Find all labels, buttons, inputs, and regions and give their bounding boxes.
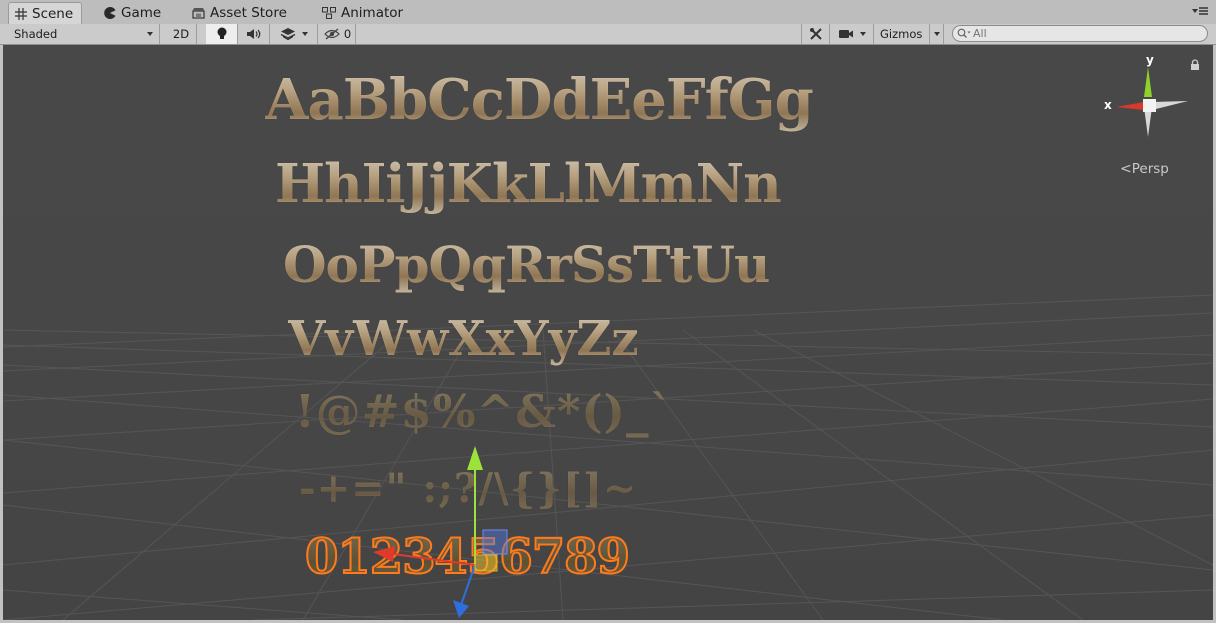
shading-mode-label: Shaded [14,27,58,41]
move-tool-gizmo[interactable] [363,440,523,620]
gizmo-y-label: y [1146,53,1154,67]
glyph-row-4[interactable]: VvWwXxYyZz [288,311,639,367]
chevron-down-icon [147,32,153,36]
grid-icon [15,7,27,20]
animator-icon [322,7,336,19]
gizmos-label: Gizmos [880,27,923,41]
scene-toolbar: Shaded 2D 0 Gizmos All [0,24,1216,45]
lock-icon[interactable] [1190,59,1200,70]
effects-layers-icon [280,28,295,41]
lighting-toggle-button[interactable] [206,24,238,44]
chevron-down-icon [859,32,866,36]
tab-animator-label: Animator [341,5,404,21]
gizmo-x-cone[interactable] [1116,102,1144,110]
scene-search-field[interactable] [952,25,1208,42]
glyph-row-5[interactable]: !@#$%^&*()_` [295,385,673,438]
glyph-row-2[interactable]: HhIiJjKkLlMmNn [275,153,782,215]
xy-plane-handle[interactable] [482,529,508,555]
tab-animator[interactable]: Animator [316,2,411,24]
lightbulb-icon [217,27,226,39]
tools-button[interactable] [801,24,830,44]
projection-toggle[interactable]: <Persp [1120,161,1169,177]
gizmos-button[interactable]: Gizmos [874,24,930,44]
x-axis-handle[interactable] [392,553,476,566]
tab-scene-label: Scene [32,5,74,22]
tab-scene[interactable]: Scene [8,2,83,24]
tab-asset-store-label: Asset Store [210,5,287,21]
shading-mode-dropdown[interactable]: Shaded [8,24,160,44]
tab-menu-icon[interactable] [1192,5,1208,17]
scene-viewport[interactable]: AaBbCcDdEeFfGg HhIiJjKkLlMmNn OoPpQqRrSs… [3,45,1213,620]
tab-bar: Scene Game Asset Store Animator [0,0,1216,25]
chevron-down-icon [301,32,308,36]
chevron-down-icon [933,32,940,36]
glyph-row-1[interactable]: AaBbCcDdEeFfGg [265,67,814,133]
x-axis-arrow-icon[interactable] [373,546,395,562]
persp-chevron-icon: < [1120,161,1132,177]
hidden-objects-count: 0 [343,27,352,41]
effects-dropdown[interactable] [270,24,318,44]
gizmos-dropdown[interactable] [930,24,944,44]
gizmo-x-label: x [1104,98,1112,112]
search-icon [957,28,971,38]
video-camera-icon [838,30,853,38]
2d-toggle-label: 2D [172,27,190,41]
tab-game[interactable]: Game [98,2,169,24]
gizmo-y-cone[interactable] [1144,67,1152,97]
tab-asset-store[interactable]: Asset Store [186,2,295,24]
tools-icon [809,28,822,40]
y-axis-arrow-icon[interactable] [467,446,483,470]
speaker-icon [246,29,260,39]
audio-toggle-button[interactable] [238,24,270,44]
pacman-icon [104,7,116,19]
2d-toggle-button[interactable]: 2D [166,24,197,44]
projection-label: Persp [1131,161,1169,177]
orientation-gizmo[interactable]: y x [1098,51,1198,151]
hidden-objects-toggle[interactable]: 0 [320,24,356,44]
eye-slash-icon [323,28,340,40]
xz-plane-handle[interactable] [474,554,498,572]
glyph-row-3[interactable]: OoPpQqRrSsTtUu [283,235,770,294]
gizmo-center-cube[interactable] [1143,99,1156,112]
gizmo-neg-x-cone[interactable] [1152,101,1188,110]
z-axis-handle[interactable] [460,564,476,606]
store-icon [192,8,205,19]
scene-search-input[interactable] [971,27,1193,40]
tab-game-label: Game [121,5,162,21]
camera-settings-dropdown[interactable] [830,24,874,44]
